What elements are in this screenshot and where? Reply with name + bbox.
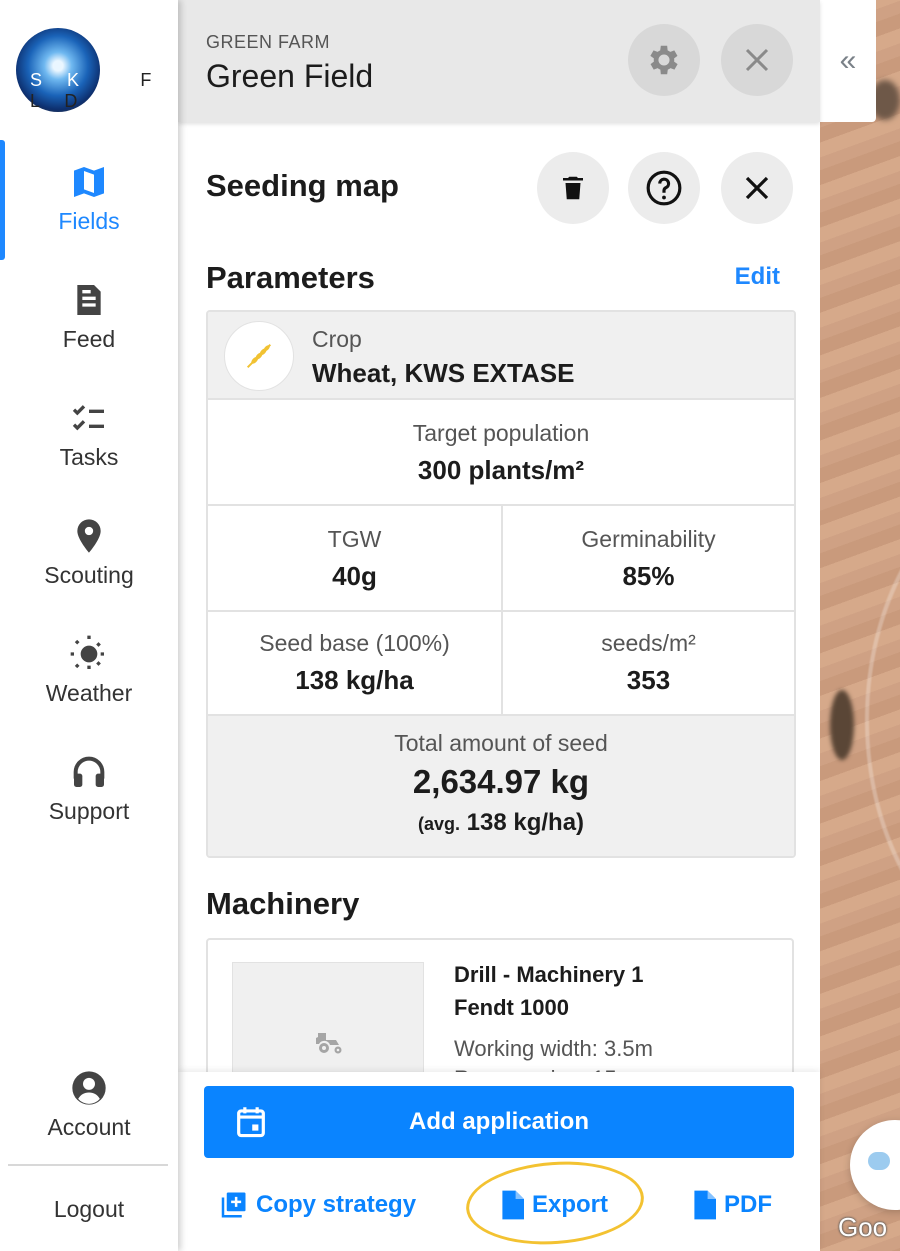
- sidebar-item-label: Account: [47, 1114, 131, 1140]
- sidebar-item-fields[interactable]: Fields: [0, 162, 178, 272]
- location-pin-icon: [77, 519, 101, 553]
- average-prefix: (avg.: [417, 814, 460, 834]
- trash-icon: [563, 176, 583, 200]
- seed-base-row: Seed base (100%) 138 kg/ha seeds/m² 353: [208, 612, 794, 716]
- field-name: Green Field: [206, 58, 374, 94]
- seeding-map-title: Seeding map: [206, 168, 399, 203]
- logout-label: Logout: [53, 1196, 125, 1222]
- gear-icon: [650, 45, 678, 75]
- close-icon: [745, 48, 769, 72]
- close-seeding-map-button[interactable]: [721, 152, 793, 224]
- sidebar-item-label: Scouting: [44, 562, 134, 588]
- seed-base-label: Seed base (100%): [259, 630, 450, 656]
- total-seed-value: 2,634.97 kg: [412, 763, 590, 800]
- double-chevron-left-icon: «: [839, 44, 857, 77]
- headset-icon: [73, 756, 105, 787]
- total-seed-label: Total amount of seed: [394, 730, 608, 756]
- checklist-icon: [72, 405, 104, 431]
- sidebar-item-feed[interactable]: Feed: [0, 280, 178, 390]
- sidebar-item-label: Feed: [62, 326, 116, 352]
- logout-button[interactable]: Logout: [0, 1196, 178, 1236]
- add-application-button[interactable]: Add application: [204, 1086, 794, 1158]
- pdf-button[interactable]: PDF: [692, 1190, 772, 1220]
- target-population-row: Target population 300 plants/m²: [208, 400, 794, 506]
- collapse-panel-button[interactable]: «: [820, 0, 876, 122]
- pdf-label: PDF: [724, 1191, 772, 1218]
- target-population-label: Target population: [412, 420, 590, 446]
- edit-parameters-link[interactable]: Edit: [735, 263, 780, 291]
- document-icon: [77, 285, 101, 315]
- panel-header: GREEN FARM Green Field: [178, 0, 820, 122]
- parameters-card: Crop Wheat, KWS EXTASE Target population…: [206, 310, 796, 858]
- map-icon: [74, 167, 104, 197]
- sidebar-item-tasks[interactable]: Tasks: [0, 398, 178, 508]
- sidebar-item-label: Tasks: [59, 444, 119, 470]
- sidebar-item-label: Fields: [58, 208, 120, 234]
- copy-add-icon: [221, 1192, 246, 1218]
- help-icon: [646, 170, 682, 206]
- machinery-model: Fendt 1000: [454, 995, 569, 1020]
- sidebar-item-label: Weather: [45, 680, 133, 706]
- machinery-name: Drill - Machinery 1: [454, 962, 644, 987]
- tgw-germinability-row: TGW 40g Germinability 85%: [208, 506, 794, 612]
- close-field-button[interactable]: [721, 24, 793, 96]
- parameters-title: Parameters: [206, 260, 375, 295]
- close-icon: [745, 176, 769, 200]
- crop-label: Crop: [312, 326, 362, 352]
- cloud-icon: [868, 1152, 890, 1170]
- sidebar-item-label: Support: [48, 798, 130, 824]
- logo-text-left: S K Y: [30, 70, 126, 90]
- average-value: 138 kg/ha): [466, 809, 585, 836]
- add-application-label: Add application: [409, 1108, 589, 1135]
- sun-icon: [70, 635, 108, 673]
- action-footer: Add application Copy strategy Export PDF: [178, 1072, 820, 1251]
- sidebar-divider: [8, 1164, 168, 1166]
- weather-layer-button[interactable]: [850, 1120, 900, 1210]
- file-icon: [694, 1190, 716, 1220]
- export-label: Export: [532, 1191, 609, 1218]
- machinery-title: Machinery: [206, 886, 360, 921]
- seed-base-value: 138 kg/ha: [295, 665, 414, 695]
- copy-strategy-label: Copy strategy: [256, 1191, 417, 1218]
- tgw-label: TGW: [327, 526, 382, 552]
- sidebar-item-account[interactable]: Account: [0, 1068, 178, 1178]
- germinability-label: Germinability: [581, 526, 716, 552]
- target-population-value: 300 plants/m²: [417, 455, 585, 485]
- crop-row: Crop Wheat, KWS EXTASE: [208, 312, 794, 400]
- machinery-working-width: Working width: 3.5m: [454, 1036, 653, 1061]
- satellite-map[interactable]: Goo: [820, 0, 900, 1251]
- sidebar-item-scouting[interactable]: Scouting: [0, 516, 178, 626]
- field-panel: GREEN FARM Green Field Seeding map Param…: [178, 0, 820, 1251]
- seeds-per-m2-label: seeds/m²: [601, 630, 696, 656]
- skyfld-logo[interactable]: S K Y F L D: [16, 28, 178, 112]
- copy-strategy-button[interactable]: Copy strategy: [218, 1190, 416, 1220]
- field-settings-button[interactable]: [628, 24, 700, 96]
- wheat-icon: [224, 321, 294, 391]
- export-button[interactable]: Export: [500, 1190, 608, 1220]
- seeds-per-m2-value: 353: [626, 665, 671, 695]
- average-rate: (avg. 138 kg/ha): [208, 809, 794, 837]
- sidebar-item-weather[interactable]: Weather: [0, 634, 178, 744]
- total-seed-row: Total amount of seed 2,634.97 kg (avg. 1…: [208, 716, 794, 856]
- sidebar-item-support[interactable]: Support: [0, 752, 178, 862]
- delete-button[interactable]: [537, 152, 609, 224]
- map-attribution: Goo: [838, 1212, 888, 1242]
- farm-name: GREEN FARM: [206, 32, 331, 52]
- sidebar: S K Y F L D Fields Feed Tasks Scouting W…: [0, 0, 178, 1251]
- account-icon: [72, 1071, 106, 1105]
- map-tree-patch: [830, 690, 854, 760]
- germinability-value: 85%: [622, 561, 675, 591]
- tractor-icon: [316, 1033, 342, 1054]
- tgw-value: 40g: [332, 561, 377, 591]
- help-button[interactable]: [628, 152, 700, 224]
- crop-value: Wheat, KWS EXTASE: [312, 358, 575, 388]
- file-icon: [502, 1190, 524, 1220]
